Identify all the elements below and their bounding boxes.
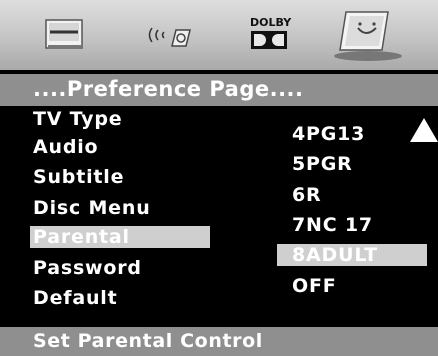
status-text: Set Parental Control	[33, 330, 263, 352]
dolby-logo-text: DOLBY	[250, 16, 292, 29]
scroll-up-arrow-icon[interactable]	[410, 118, 438, 142]
dvd-setup-screen: DOLBY ....Preference Page.... TV Type Au…	[0, 0, 438, 356]
speaker-setup-icon[interactable]	[142, 6, 202, 64]
option-6r[interactable]: 6R	[292, 184, 321, 206]
option-8adult[interactable]: 8ADULT	[277, 244, 427, 266]
option-off[interactable]: OFF	[292, 275, 337, 297]
option-4pg13[interactable]: 4PG13	[292, 123, 365, 145]
page-title: ....Preference Page....	[33, 77, 304, 101]
preference-icon[interactable]	[330, 6, 410, 64]
menu-item-default[interactable]: Default	[33, 287, 117, 309]
menu-item-disc-menu[interactable]: Disc Menu	[33, 197, 151, 219]
option-5pgr[interactable]: 5PGR	[292, 153, 353, 175]
dolby-icon[interactable]: DOLBY	[246, 6, 296, 64]
status-bar: Set Parental Control	[0, 327, 438, 356]
menu-item-password[interactable]: Password	[33, 257, 142, 279]
menu-item-audio[interactable]: Audio	[33, 136, 98, 158]
option-7nc17[interactable]: 7NC 17	[292, 214, 373, 236]
page-header: ....Preference Page....	[0, 74, 438, 106]
menu-item-parental[interactable]: Parental	[30, 226, 210, 248]
menu-item-subtitle[interactable]: Subtitle	[33, 166, 124, 188]
general-setup-icon[interactable]	[40, 6, 90, 64]
menu-item-tv-type[interactable]: TV Type	[33, 108, 122, 130]
setup-category-bar: DOLBY	[0, 0, 438, 70]
